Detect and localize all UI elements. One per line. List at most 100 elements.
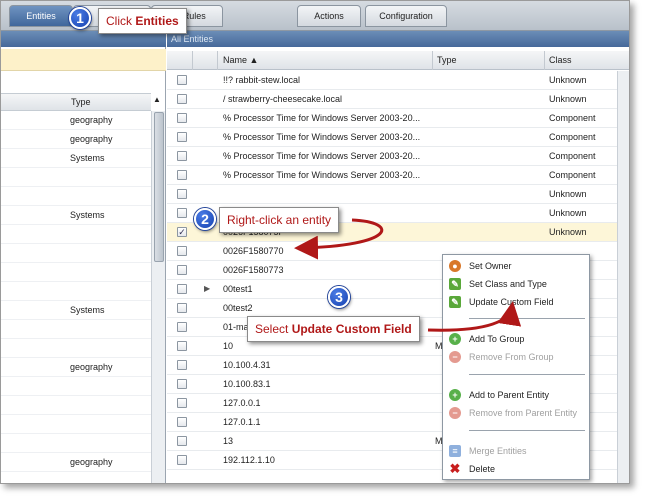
list-item[interactable]: geography <box>1 130 151 149</box>
pencil-icon: ✎ <box>449 296 461 308</box>
menu-separator <box>469 430 585 431</box>
left-panel: Type ▲ geography geography Systems Systems S… <box>1 31 166 483</box>
cell-name: 0026F1580770 <box>223 246 284 256</box>
list-item[interactable]: geography <box>1 358 151 377</box>
list-item[interactable]: Systems <box>1 301 151 320</box>
row-checkbox[interactable] <box>177 303 187 313</box>
list-item[interactable]: geography <box>1 453 151 472</box>
minus-circle-icon: − <box>449 407 461 419</box>
table-row[interactable]: / strawberry-cheesecake.local Unknown <box>167 90 629 109</box>
grid-scrollbar[interactable] <box>617 71 629 483</box>
list-item[interactable] <box>1 339 151 358</box>
list-item[interactable] <box>1 415 151 434</box>
row-checkbox[interactable] <box>177 208 187 218</box>
list-item[interactable] <box>1 320 151 339</box>
list-item[interactable]: Systems <box>1 206 151 225</box>
expand-arrow-icon[interactable]: ▶ <box>204 284 210 293</box>
table-row[interactable]: % Processor Time for Windows Server 2003… <box>167 166 629 185</box>
row-checkbox[interactable] <box>177 284 187 294</box>
step-1-badge: 1 <box>69 7 91 29</box>
grid-title: All Entities <box>167 31 629 47</box>
step-1-callout: Click Entities <box>98 8 187 34</box>
cell-class: Unknown <box>549 227 587 237</box>
table-row[interactable]: Unknown <box>167 185 629 204</box>
list-item[interactable]: geography <box>1 111 151 130</box>
menu-separator <box>469 374 585 375</box>
row-checkbox[interactable] <box>177 246 187 256</box>
tab-configuration[interactable]: Configuration <box>365 5 447 27</box>
tab-entities[interactable]: Entities <box>9 5 73 27</box>
step-2-callout: Right-click an entity <box>219 207 340 233</box>
row-checkbox[interactable] <box>177 322 187 332</box>
cell-class: Unknown <box>549 94 587 104</box>
cell-name: % Processor Time for Windows Server 2003… <box>223 132 421 142</box>
list-item[interactable] <box>1 282 151 301</box>
step-2-badge: 2 <box>194 208 216 230</box>
list-item[interactable] <box>1 187 151 206</box>
menu-item-set-class-and-type[interactable]: ✎ Set Class and Type <box>443 275 589 293</box>
cell-name: % Processor Time for Windows Server 2003… <box>223 151 421 161</box>
table-row[interactable]: % Processor Time for Windows Server 2003… <box>167 128 629 147</box>
row-checkbox[interactable] <box>177 94 187 104</box>
cell-name: 13 <box>223 436 234 446</box>
cell-name: 192.112.1.10 <box>223 455 275 465</box>
user-icon: ● <box>449 260 461 272</box>
row-checkbox[interactable] <box>177 151 187 161</box>
list-item[interactable] <box>1 377 151 396</box>
menu-item-add-to-parent-entity[interactable]: + Add to Parent Entity <box>443 386 589 404</box>
cell-name: / strawberry-cheesecake.local <box>223 94 343 104</box>
row-checkbox[interactable] <box>177 360 187 370</box>
row-checkbox[interactable] <box>177 341 187 351</box>
list-item[interactable]: Systems <box>1 149 151 168</box>
row-checkbox[interactable] <box>177 75 187 85</box>
list-item-type: geography <box>70 362 113 372</box>
scroll-up-icon[interactable]: ▲ <box>153 95 161 104</box>
row-checkbox[interactable] <box>177 113 187 123</box>
row-checkbox[interactable] <box>177 398 187 408</box>
left-panel-scrollbar[interactable] <box>151 111 165 483</box>
cell-name: 10.100.83.1 <box>223 379 271 389</box>
table-row[interactable]: % Processor Time for Windows Server 2003… <box>167 147 629 166</box>
cell-name: 00test1 <box>223 284 253 294</box>
row-checkbox[interactable] <box>177 132 187 142</box>
main-tab-bar: Entities ions Fly Rules Actions Configur… <box>1 1 629 31</box>
left-panel-selected-item[interactable] <box>1 49 166 71</box>
list-item[interactable] <box>1 434 151 453</box>
delete-x-icon: ✖ <box>449 461 461 476</box>
row-checkbox[interactable] <box>177 265 187 275</box>
list-item-type: geography <box>70 457 113 467</box>
cell-name: % Processor Time for Windows Server 2003… <box>223 113 421 123</box>
row-checkbox[interactable] <box>177 417 187 427</box>
list-item[interactable] <box>1 168 151 187</box>
list-item-type: Systems <box>70 305 105 315</box>
row-checkbox[interactable] <box>177 170 187 180</box>
list-item[interactable] <box>1 263 151 282</box>
menu-item-add-to-group[interactable]: + Add To Group <box>443 330 589 348</box>
column-name-header[interactable]: Name ▲ <box>223 55 258 65</box>
step-3-callout: Select Update Custom Field <box>247 316 420 342</box>
step-3-badge: 3 <box>328 286 350 308</box>
column-class-header[interactable]: Class <box>549 55 572 65</box>
list-item[interactable] <box>1 244 151 263</box>
cell-name: !!? rabbit-stew.local <box>223 75 301 85</box>
list-item[interactable] <box>1 396 151 415</box>
menu-item-update-custom-field[interactable]: ✎ Update Custom Field <box>443 293 589 311</box>
scrollbar-thumb[interactable] <box>154 112 164 262</box>
row-checkbox[interactable] <box>177 189 187 199</box>
row-checkbox[interactable] <box>177 379 187 389</box>
cell-name: 0026F1580773 <box>223 265 284 275</box>
tab-actions-2[interactable]: Actions <box>297 5 361 27</box>
column-type-header[interactable]: Type <box>437 55 457 65</box>
column-type-header[interactable]: Type <box>71 97 91 107</box>
cell-class: Unknown <box>549 189 587 199</box>
cell-name: 10 <box>223 341 234 351</box>
row-checkbox[interactable] <box>177 436 187 446</box>
row-checkbox[interactable]: ✓ <box>177 227 187 237</box>
cell-name: 127.0.0.1 <box>223 398 261 408</box>
list-item[interactable] <box>1 225 151 244</box>
table-row[interactable]: !!? rabbit-stew.local Unknown <box>167 71 629 90</box>
menu-item-set-owner[interactable]: ● Set Owner <box>443 257 589 275</box>
menu-item-delete[interactable]: ✖ Delete <box>443 460 589 478</box>
row-checkbox[interactable] <box>177 455 187 465</box>
table-row[interactable]: % Processor Time for Windows Server 2003… <box>167 109 629 128</box>
